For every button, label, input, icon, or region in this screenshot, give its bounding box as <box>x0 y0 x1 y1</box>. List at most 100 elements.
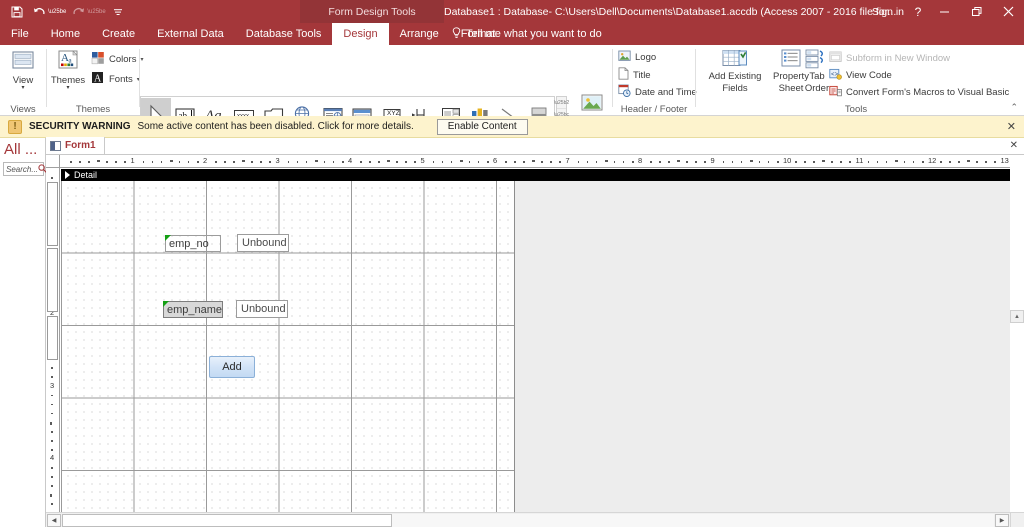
v-ruler-tick <box>50 494 52 498</box>
h-ruler-tick <box>822 160 826 162</box>
horizontal-scroll-thumb[interactable] <box>62 513 392 527</box>
form-canvas[interactable]: Detail emp_no Unbound emp_name Unbound A… <box>61 169 1010 512</box>
h-ruler-tick <box>885 161 888 163</box>
h-ruler-tick <box>305 161 308 163</box>
fonts-icon: A <box>91 71 105 88</box>
label-emp-name[interactable]: emp_name <box>163 301 223 318</box>
vertical-scroll-up-button[interactable]: ▲ <box>1010 310 1024 323</box>
textbox-emp-no-text: Unbound <box>242 237 287 249</box>
tab-design[interactable]: Design <box>332 23 389 45</box>
horizontal-scrollbar[interactable]: ◀ ▶ <box>46 512 1010 527</box>
h-ruler-tick <box>432 161 435 163</box>
gallery-scroll-up-icon[interactable]: \u25b2 <box>554 97 569 108</box>
h-ruler-tick <box>976 161 978 163</box>
view-code-button[interactable]: <> View Code <box>829 67 1009 84</box>
add-existing-fields-button[interactable]: Add Existing Fields <box>704 48 766 94</box>
tab-file[interactable]: File <box>0 23 40 45</box>
collapse-ribbon-icon[interactable]: ⌃ <box>1010 102 1018 113</box>
h-ruler-tick <box>559 161 562 163</box>
undo-icon[interactable] <box>29 2 49 22</box>
fonts-button[interactable]: A Fonts ▾ <box>91 71 140 88</box>
view-button[interactable]: View ▾ <box>1 48 45 91</box>
document-tab-form1[interactable]: Form1 <box>46 137 105 154</box>
h-ruler-tick <box>776 161 779 163</box>
h-ruler-tick <box>378 161 380 163</box>
v-ruler-tick <box>51 367 53 370</box>
v-ruler-selector[interactable] <box>47 248 58 312</box>
date-time-icon <box>618 84 631 100</box>
v-ruler-selector[interactable] <box>47 182 58 246</box>
h-ruler-tick <box>595 161 598 163</box>
horizontal-scroll-track[interactable] <box>62 513 994 527</box>
enable-content-button[interactable]: Enable Content <box>436 118 528 135</box>
navigation-search-box[interactable]: Search... <box>3 162 47 176</box>
section-expander-icon[interactable] <box>65 171 70 179</box>
h-ruler-tick <box>187 161 190 163</box>
date-time-button[interactable]: Date and Time <box>618 84 697 100</box>
tools-command-list: Subform in New Window <> View Code Conve… <box>829 50 1009 101</box>
h-ruler-tick <box>486 161 489 163</box>
navigation-search-placeholder: Search... <box>6 164 39 174</box>
h-ruler-tick <box>912 161 915 163</box>
tab-arrange[interactable]: Arrange <box>389 23 450 45</box>
tab-external-data[interactable]: External Data <box>146 23 235 45</box>
tab-home[interactable]: Home <box>40 23 91 45</box>
h-ruler-tick <box>70 161 72 163</box>
tab-create[interactable]: Create <box>91 23 146 45</box>
colors-icon <box>91 51 105 68</box>
themes-dropdown-icon[interactable]: ▾ <box>66 85 69 91</box>
h-ruler-tick <box>287 161 290 163</box>
restore-icon[interactable] <box>960 0 992 23</box>
h-ruler-tick <box>541 161 543 163</box>
logo-button[interactable]: Logo <box>618 50 656 65</box>
colors-button[interactable]: Colors ▾ <box>91 51 143 68</box>
h-ruler-tick <box>79 161 81 163</box>
scroll-left-button[interactable]: ◀ <box>47 513 61 527</box>
detail-section-bar[interactable]: Detail <box>61 169 1010 181</box>
document-tab-label: Form1 <box>65 140 96 151</box>
security-warning-message: Some active content has been disabled. C… <box>137 121 414 132</box>
ribbon: View ▾ Views Aa Themes ▾ Colors ▾ A Font… <box>0 45 1024 139</box>
v-ruler-tick <box>51 412 53 415</box>
view-dropdown-icon[interactable]: ▾ <box>21 85 24 91</box>
h-ruler-number: 10 <box>783 156 792 165</box>
h-ruler-tick <box>332 161 335 163</box>
minimize-icon[interactable] <box>928 0 960 23</box>
convert-macros-button[interactable]: Convert Form's Macros to Visual Basic <box>829 84 1009 101</box>
h-ruler-tick <box>505 161 507 163</box>
undo-caret-icon[interactable]: \u25be <box>48 9 66 15</box>
group-label-themes: Themes <box>75 104 111 115</box>
textbox-emp-name[interactable]: Unbound <box>236 300 288 318</box>
ruler-corner <box>46 155 60 168</box>
h-ruler-tick <box>97 160 101 162</box>
smart-tag-indicator-emp-no[interactable] <box>165 235 171 241</box>
help-icon[interactable]: ? <box>908 0 928 23</box>
window-title: Database1 : Database- C:\Users\Dell\Docu… <box>444 5 897 18</box>
smart-tag-indicator-emp-name[interactable] <box>163 301 169 307</box>
sign-in-link[interactable]: Sign in <box>872 0 904 23</box>
h-ruler-number: 11 <box>855 156 864 165</box>
tab-database-tools[interactable]: Database Tools <box>235 23 333 45</box>
h-ruler-tick <box>269 161 272 163</box>
navigation-pane-title[interactable]: All ... <box>4 141 37 158</box>
close-icon[interactable] <box>992 0 1024 23</box>
save-icon[interactable] <box>7 2 27 22</box>
document-tab-close-icon[interactable]: ✕ <box>1010 140 1018 151</box>
label-emp-no[interactable]: emp_no <box>165 235 221 252</box>
textbox-emp-no[interactable]: Unbound <box>237 234 289 252</box>
h-ruler-tick <box>242 160 246 162</box>
button-add[interactable]: Add <box>209 356 255 378</box>
form-icon <box>50 140 61 151</box>
tell-me-search[interactable]: Tell me what you want to do <box>452 23 602 45</box>
h-ruler-tick <box>251 161 253 163</box>
v-ruler-selector[interactable] <box>47 316 58 360</box>
h-ruler-tick <box>323 161 326 163</box>
subform-window-icon <box>829 51 842 66</box>
title-button[interactable]: Title <box>618 67 651 83</box>
form-grid[interactable] <box>61 181 515 512</box>
h-ruler-number: 2 <box>203 156 208 165</box>
scroll-right-button[interactable]: ▶ <box>995 513 1009 527</box>
themes-button[interactable]: Aa Themes ▾ <box>49 48 87 91</box>
security-warning-close-icon[interactable]: ✕ <box>1007 120 1016 133</box>
customize-quick-access-icon[interactable] <box>108 2 128 22</box>
